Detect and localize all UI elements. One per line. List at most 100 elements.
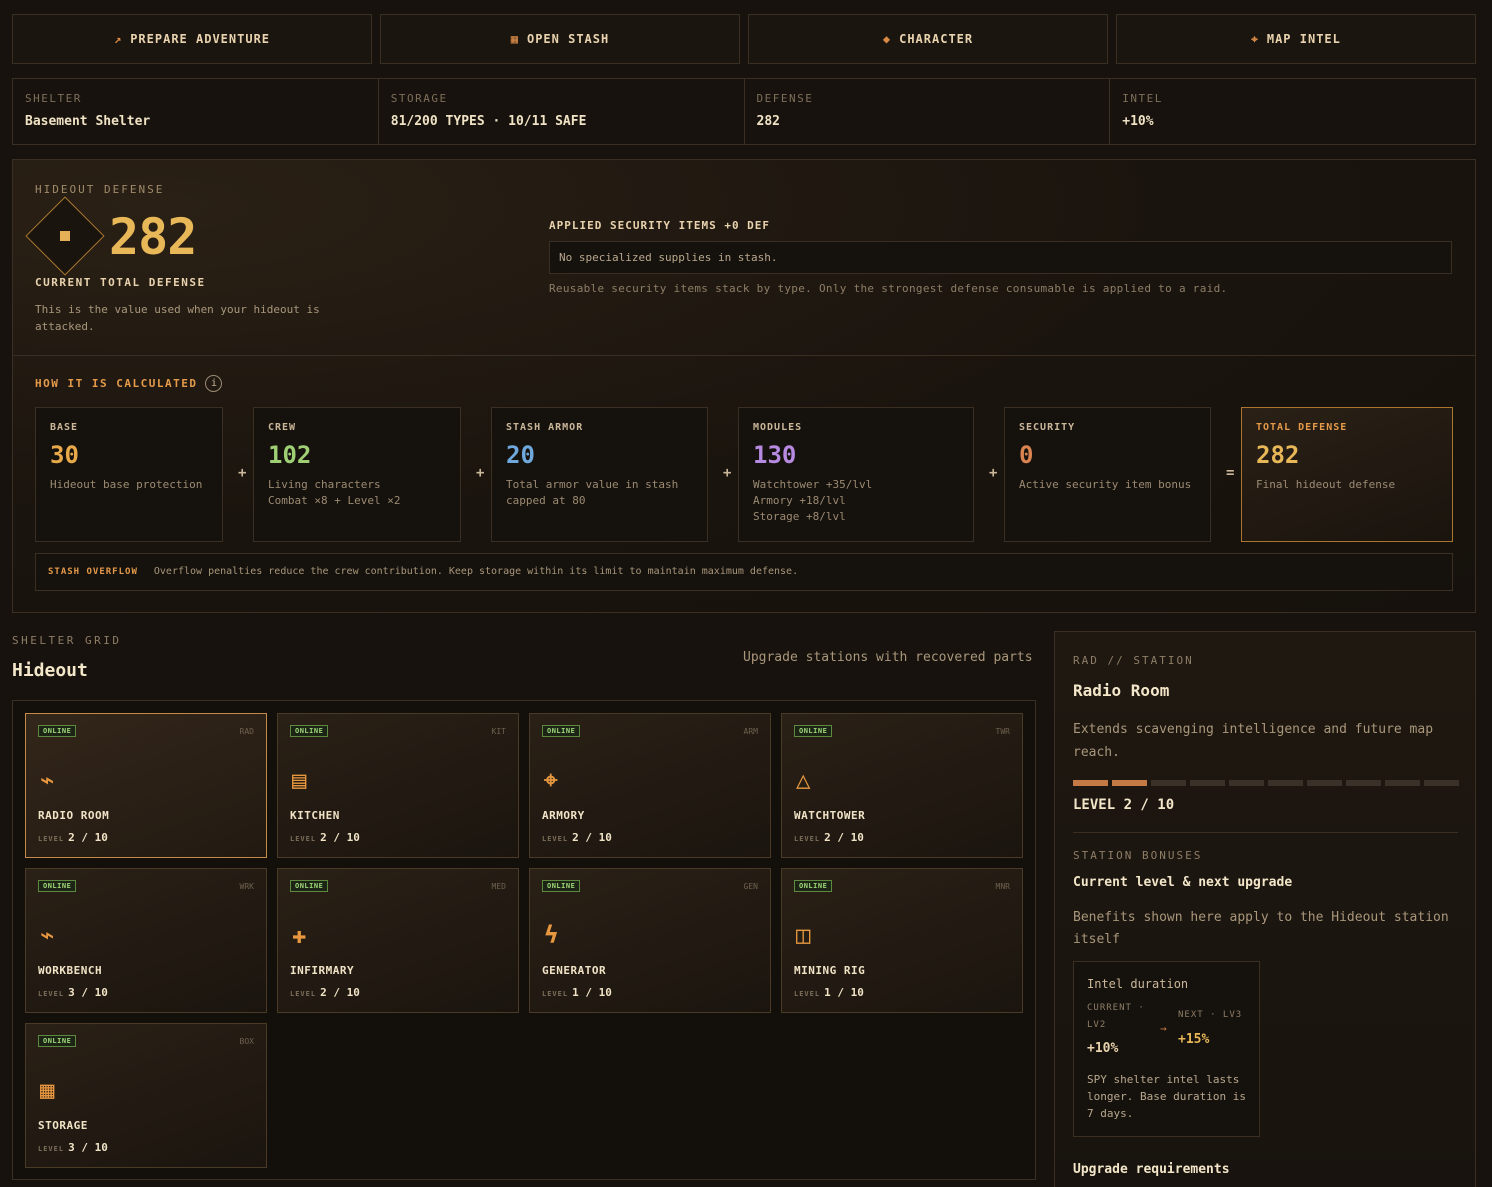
station-card-workbench[interactable]: ONLINE WRK ⌁ WORKBENCH LEVEL 3 / 10 bbox=[25, 868, 267, 1013]
applied-security-note: Reusable security items stack by type. O… bbox=[549, 282, 1228, 295]
station-name: INFIRMARY bbox=[290, 964, 355, 977]
plus-sign: + bbox=[238, 465, 247, 481]
bonus-current-label: CURRENT · bbox=[1087, 1003, 1145, 1013]
plus-sign: + bbox=[989, 465, 998, 481]
level-segment bbox=[1424, 780, 1459, 786]
station-code: ARM bbox=[743, 727, 758, 736]
nav-label: CHARACTER bbox=[899, 32, 974, 46]
arrow-right-icon: → bbox=[1160, 1022, 1167, 1035]
info-label: STORAGE bbox=[390, 92, 448, 105]
nav-prepare-adventure[interactable]: ↗ PREPARE ADVENTURE bbox=[12, 14, 372, 64]
station-code: MNR bbox=[995, 882, 1010, 891]
station-icon: ▦ bbox=[40, 1076, 55, 1104]
station-level: LEVEL 2 / 10 bbox=[38, 831, 108, 844]
station-card-watchtower[interactable]: ONLINE TWR △ WATCHTOWER LEVEL 2 / 10 bbox=[781, 713, 1023, 858]
station-level: LEVEL 1 / 10 bbox=[542, 986, 612, 999]
status-badge: ONLINE bbox=[794, 880, 833, 892]
station-name: RADIO ROOM bbox=[38, 809, 110, 822]
station-icon: △ bbox=[796, 766, 811, 794]
calc-label: CREW bbox=[268, 422, 297, 433]
level-segment bbox=[1073, 780, 1108, 786]
station-icon: ▤ bbox=[292, 766, 307, 794]
calc-value: 130 bbox=[753, 441, 797, 469]
calc-title-text: HOW IT IS CALCULATED bbox=[35, 377, 198, 390]
bonus-next-label: NEXT · LV3 bbox=[1178, 1010, 1243, 1020]
calc-desc: Total armor value in stash capped at 80 bbox=[506, 478, 679, 507]
detail-tag: RAD // STATION bbox=[1073, 654, 1194, 667]
info-shelter: SHELTER Basement Shelter bbox=[13, 79, 379, 144]
station-card-kitchen[interactable]: ONLINE KIT ▤ KITCHEN LEVEL 2 / 10 bbox=[277, 713, 519, 858]
station-card-radio-room[interactable]: ONLINE RAD ⌁ RADIO ROOM LEVEL 2 / 10 bbox=[25, 713, 267, 858]
applied-security-title: APPLIED SECURITY ITEMS +0 DEF bbox=[549, 219, 771, 232]
station-card-generator[interactable]: ONLINE GEN ϟ GENERATOR LEVEL 1 / 10 bbox=[529, 868, 771, 1013]
station-name: WORKBENCH bbox=[38, 964, 103, 977]
station-card-mining-rig[interactable]: ONLINE MNR ◫ MINING RIG LEVEL 1 / 10 bbox=[781, 868, 1023, 1013]
bonus-note: SPY shelter intel lasts longer. Base dur… bbox=[1087, 1073, 1246, 1120]
calc-crew: CREW 102 Living characters Combat ×8 + Lev… bbox=[253, 407, 461, 542]
level-value: 3 / 10 bbox=[68, 1141, 108, 1154]
status-badge: ONLINE bbox=[290, 880, 329, 892]
grid-section-label: SHELTER GRID bbox=[12, 634, 122, 647]
info-defense: DEFENSE 282 bbox=[745, 79, 1111, 144]
level-progress-bar bbox=[1073, 780, 1459, 786]
station-name: ARMORY bbox=[542, 809, 585, 822]
info-intel: INTEL +10% bbox=[1110, 79, 1475, 144]
level-segment bbox=[1307, 780, 1342, 786]
station-card-armory[interactable]: ONLINE ARM ⌖ ARMORY LEVEL 2 / 10 bbox=[529, 713, 771, 858]
level-label: LEVEL bbox=[38, 1145, 65, 1153]
level-value: 3 / 10 bbox=[68, 986, 108, 999]
level-segment bbox=[1346, 780, 1381, 786]
calc-base: BASE 30 Hideout base protection bbox=[35, 407, 223, 542]
detail-title: Radio Room bbox=[1073, 681, 1170, 700]
nav-label: PREPARE ADVENTURE bbox=[130, 32, 271, 46]
station-code: GEN bbox=[743, 882, 758, 891]
level-value: 1 / 10 bbox=[824, 986, 864, 999]
station-icon: ◫ bbox=[796, 921, 811, 949]
calc-desc: Hideout base protection bbox=[50, 478, 203, 491]
station-icon: ⌁ bbox=[40, 921, 55, 949]
bonus-card: Intel duration CURRENT · LV2 +10% → NEXT… bbox=[1073, 961, 1260, 1137]
station-level: LEVEL 3 / 10 bbox=[38, 1141, 108, 1154]
status-badge: ONLINE bbox=[38, 725, 77, 737]
level-segment bbox=[1268, 780, 1303, 786]
nav-open-stash[interactable]: ▦ OPEN STASH bbox=[380, 14, 740, 64]
stash-overflow-notice: STASH OVERFLOW Overflow penalties reduce… bbox=[35, 553, 1453, 591]
overflow-text: Overflow penalties reduce the crew contr… bbox=[153, 566, 799, 577]
calc-label: TOTAL DEFENSE bbox=[1256, 422, 1348, 433]
station-level: LEVEL 1 / 10 bbox=[794, 986, 864, 999]
calc-label: STASH ARMOR bbox=[506, 422, 584, 433]
bonus-title: Current level & next upgrade bbox=[1073, 875, 1293, 890]
level-segment bbox=[1190, 780, 1225, 786]
station-code: TWR bbox=[995, 727, 1010, 736]
nav-character[interactable]: ◆ CHARACTER bbox=[748, 14, 1108, 64]
level-value: 2 / 10 bbox=[572, 831, 612, 844]
level-label: LEVEL bbox=[290, 990, 317, 998]
grid-subtitle: Upgrade stations with recovered parts bbox=[743, 650, 1033, 665]
status-badge: ONLINE bbox=[794, 725, 833, 737]
calc-value: 102 bbox=[268, 441, 312, 469]
station-card-infirmary[interactable]: ONLINE MED ✚ INFIRMARY LEVEL 2 / 10 bbox=[277, 868, 519, 1013]
bonus-description: Benefits shown here apply to the Hideout… bbox=[1073, 910, 1449, 947]
info-value: Basement Shelter bbox=[25, 114, 151, 129]
station-icon: ⌖ bbox=[544, 766, 558, 794]
level-value: 2 / 10 bbox=[68, 831, 108, 844]
station-name: GENERATOR bbox=[542, 964, 607, 977]
status-badge: ONLINE bbox=[38, 880, 77, 892]
station-name: MINING RIG bbox=[794, 964, 866, 977]
nav-map-intel[interactable]: ⌖ MAP INTEL bbox=[1116, 14, 1476, 64]
info-icon[interactable]: i bbox=[205, 375, 223, 392]
station-name: KITCHEN bbox=[290, 809, 340, 822]
nav-label: MAP INTEL bbox=[1266, 32, 1341, 46]
station-card-storage[interactable]: ONLINE BOX ▦ STORAGE LEVEL 3 / 10 bbox=[25, 1023, 267, 1168]
level-label: LEVEL bbox=[38, 835, 65, 843]
calc-label: SECURITY bbox=[1019, 422, 1076, 433]
calc-title: HOW IT IS CALCULATED i bbox=[35, 375, 223, 392]
station-icon: ⌁ bbox=[40, 766, 55, 794]
calc-security: SECURITY 0 Active security item bonus bbox=[1004, 407, 1211, 542]
station-name: WATCHTOWER bbox=[794, 809, 866, 822]
divider bbox=[13, 355, 1475, 356]
calc-label: MODULES bbox=[753, 422, 803, 433]
diamond-icon: ◆ bbox=[882, 32, 892, 46]
shelter-info-bar: SHELTER Basement Shelter STORAGE 81/200 … bbox=[12, 78, 1476, 145]
overflow-tag: STASH OVERFLOW bbox=[48, 567, 138, 577]
